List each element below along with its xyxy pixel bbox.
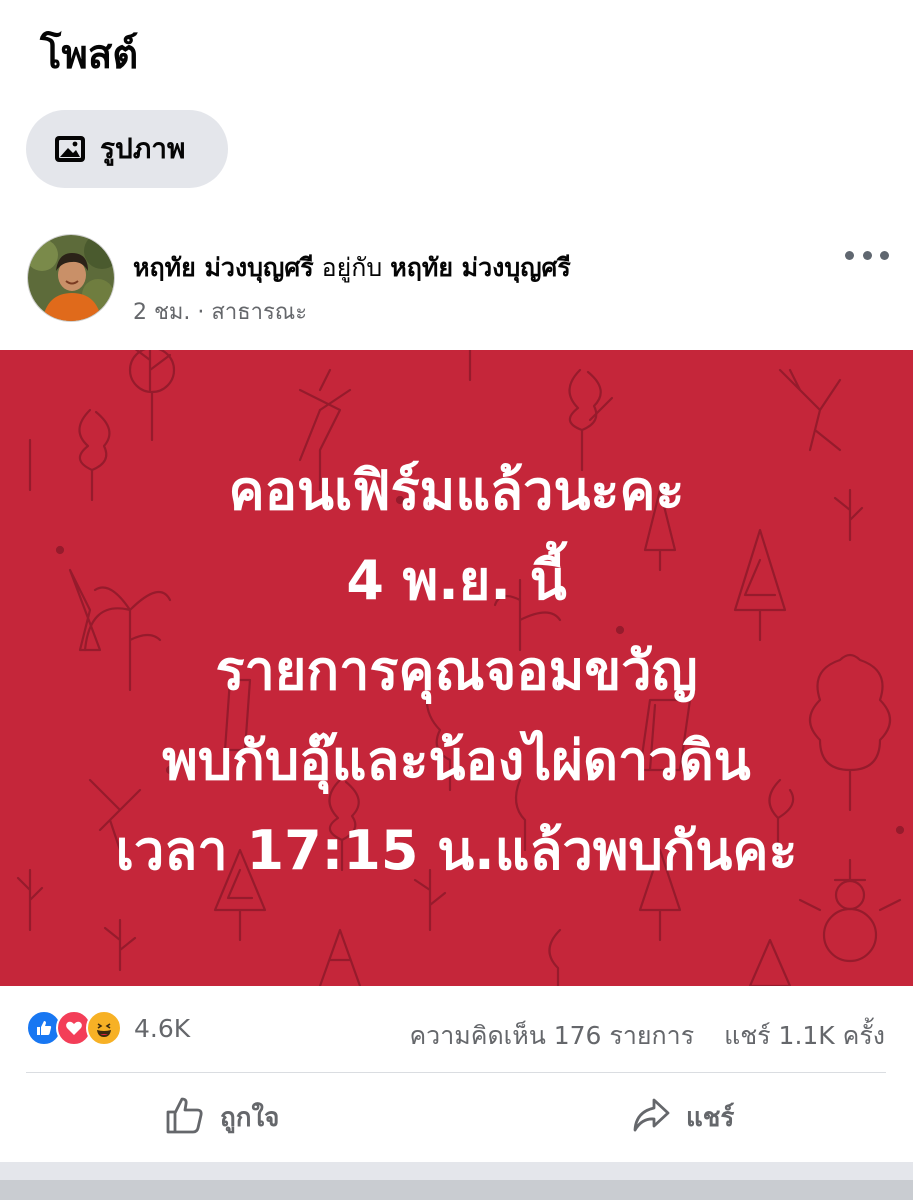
reaction-count: 4.6K	[134, 1013, 191, 1043]
tagged-name[interactable]: หฤทัย ม่วงบุญศรี	[390, 253, 571, 282]
like-label: ถูกใจ	[220, 1102, 280, 1133]
share-label: แชร์	[686, 1102, 735, 1133]
image-text-line: คอนเฟิร์มแล้วนะคะ	[228, 459, 685, 522]
image-text-line: เวลา 17:15 น.แล้วพบกันคะ	[115, 819, 798, 882]
meta-separator: ·	[197, 300, 205, 325]
photo-chip-label: รูปภาพ	[100, 132, 186, 165]
haha-icon	[86, 1010, 122, 1046]
image-text-line: 4 พ.ย. นี้	[346, 549, 567, 612]
reaction-summary[interactable]: 4.6K	[26, 1010, 190, 1046]
like-button[interactable]: ถูกใจ	[164, 1092, 279, 1142]
comments-shares: ความคิดเห็น 176 รายการ แชร์ 1.1K ครั้ง	[409, 1016, 885, 1056]
with-text: อยู่กับ	[321, 253, 383, 282]
share-arrow-icon	[630, 1094, 672, 1140]
author-line: หฤทัย ม่วงบุญศรี อยู่กับ หฤทัย ม่วงบุญศร…	[133, 248, 571, 288]
shares-count[interactable]: แชร์ 1.1K ครั้ง	[724, 1021, 885, 1050]
more-options-icon[interactable]	[845, 244, 889, 266]
post-header: หฤทัย ม่วงบุญศรี อยู่กับ หฤทัย ม่วงบุญศร…	[0, 230, 913, 330]
image-text-line: พบกับอุ๊และน้องไผ่ดาวดิน	[162, 729, 751, 792]
post-stats: 4.6K ความคิดเห็น 176 รายการ แชร์ 1.1K คร…	[0, 1000, 913, 1062]
post-image-text: คอนเฟิร์มแล้วนะคะ 4 พ.ย. นี้ รายการคุณจอ…	[0, 446, 913, 896]
photo-icon	[52, 131, 88, 167]
author-name[interactable]: หฤทัย ม่วงบุญศรี	[133, 253, 314, 282]
image-text-line: รายการคุณจอมขวัญ	[215, 639, 698, 702]
divider	[26, 1072, 886, 1073]
page-title: โพสต์	[40, 32, 139, 78]
comments-count[interactable]: ความคิดเห็น 176 รายการ	[409, 1021, 694, 1050]
feed-separator	[0, 1162, 913, 1200]
avatar[interactable]	[27, 234, 115, 322]
photo-filter-chip[interactable]: รูปภาพ	[26, 110, 228, 188]
post-meta: 2 ชม. · สาธารณะ	[133, 294, 307, 329]
share-button[interactable]: แชร์	[630, 1092, 734, 1142]
thumbs-up-icon	[164, 1094, 206, 1140]
post-image[interactable]: คอนเฟิร์มแล้วนะคะ 4 พ.ย. นี้ รายการคุณจอ…	[0, 350, 913, 986]
post-time[interactable]: 2 ชม.	[133, 300, 190, 325]
post-actions: ถูกใจ แชร์	[0, 1080, 913, 1156]
privacy-label: สาธารณะ	[211, 300, 308, 325]
